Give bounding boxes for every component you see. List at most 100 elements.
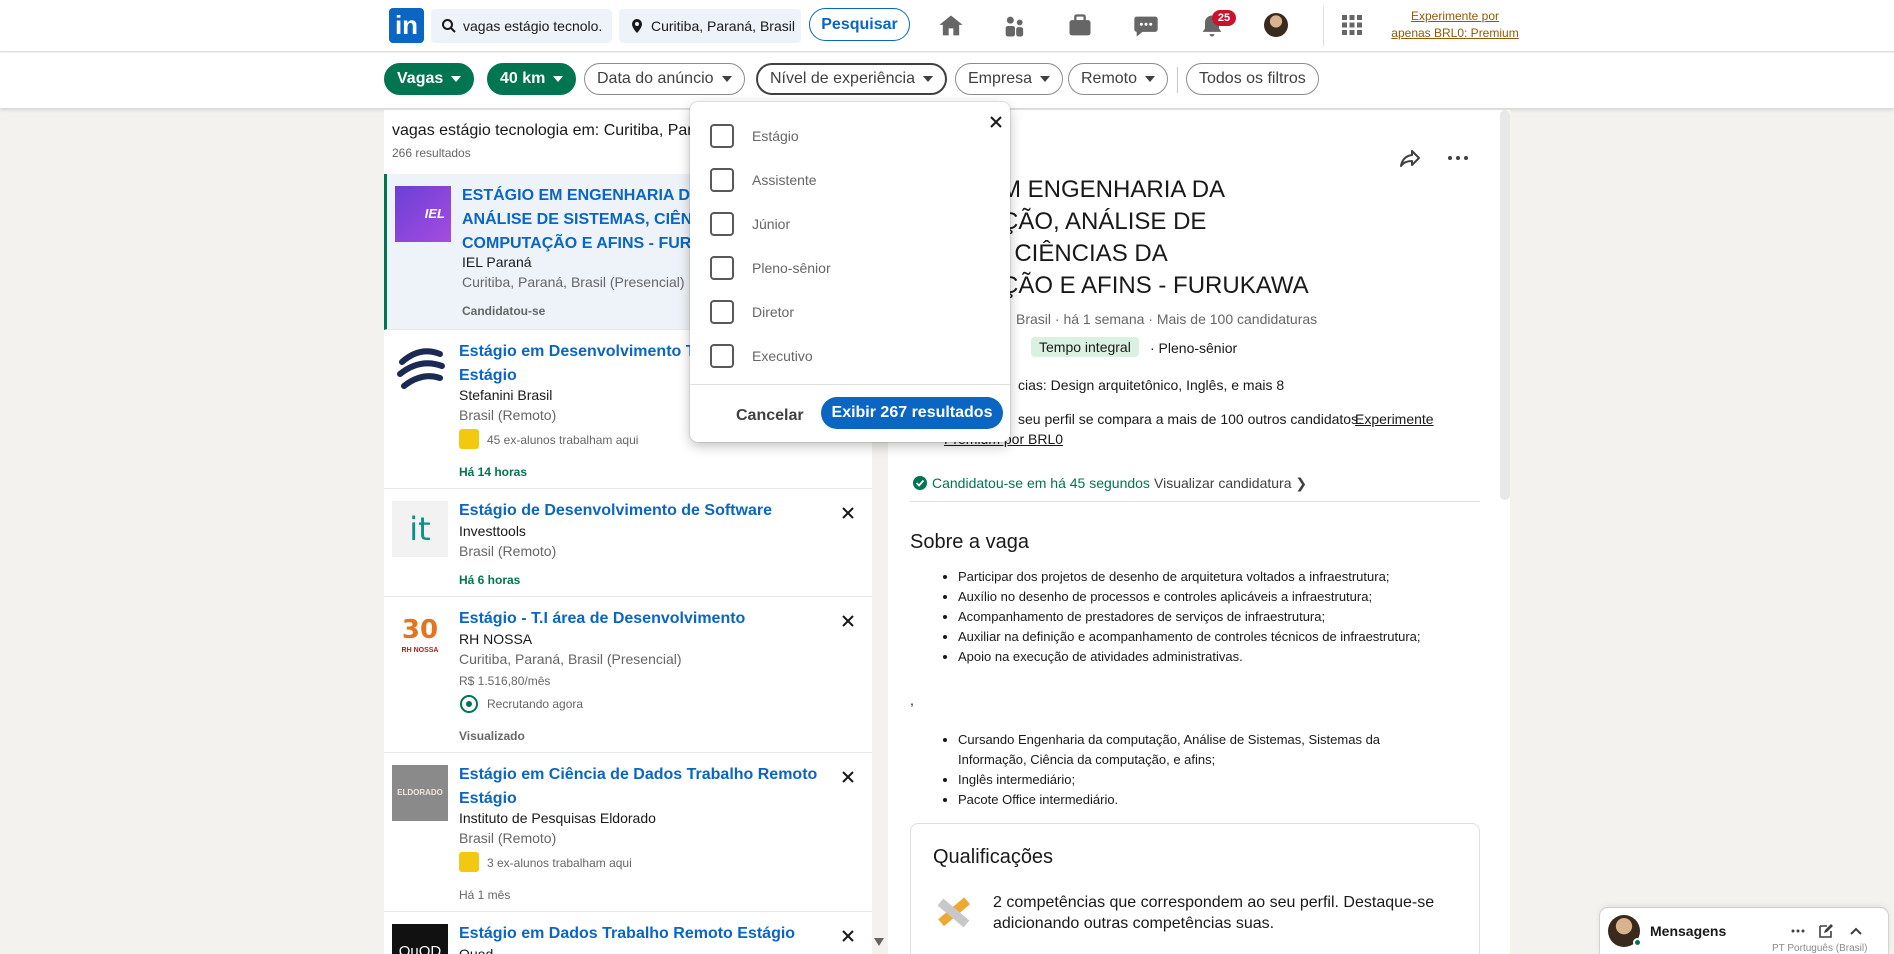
- location-text: Curitiba, Paraná, Brasil: [651, 18, 795, 34]
- checkbox[interactable]: [710, 168, 734, 192]
- jobs-briefcase-icon[interactable]: [1066, 12, 1094, 40]
- compose-icon[interactable]: [1818, 923, 1834, 939]
- company-logo: QuOD: [392, 924, 448, 954]
- notifications-badge: 25: [1212, 10, 1236, 26]
- dismiss-close-icon[interactable]: [840, 769, 856, 785]
- company-logo: 30 RH NOSSA: [392, 609, 448, 665]
- checkbox[interactable]: [710, 124, 734, 148]
- filter-vagas[interactable]: Vagas: [384, 63, 475, 95]
- location-pin-icon: [632, 19, 642, 33]
- chevron-right-icon: ❯: [1295, 475, 1308, 491]
- dismiss-close-icon[interactable]: [840, 613, 856, 629]
- experience-level-dropdown: Estágio Assistente Júnior Pleno-sênior D…: [690, 102, 1010, 442]
- option-label: Júnior: [752, 216, 791, 232]
- messaging-icon[interactable]: [1132, 12, 1160, 40]
- job-location: Curitiba, Paraná, Brasil (Presencial): [462, 274, 685, 290]
- job-title[interactable]: Estágio em Dados Trabalho Remoto Estágio: [459, 922, 839, 946]
- job-card[interactable]: 30 RH NOSSA Estágio - T.I área de Desenv…: [384, 597, 872, 753]
- qualifications-heading: Qualificações: [933, 846, 1054, 868]
- filter-company[interactable]: Empresa: [955, 63, 1064, 95]
- location-input[interactable]: Curitiba, Paraná, Brasil: [619, 9, 801, 43]
- job-title[interactable]: Estágio de Desenvolvimento de Software: [459, 499, 839, 523]
- bullet-item: Participar dos projetos de desenho de ar…: [958, 567, 1478, 587]
- view-application-link[interactable]: Visualizar candidatura ❯: [1154, 475, 1307, 492]
- apps-grid-icon[interactable]: [1340, 13, 1364, 37]
- job-company: IEL Paraná: [462, 254, 532, 270]
- search-icon: [442, 19, 456, 33]
- more-options-icon[interactable]: [1790, 923, 1806, 939]
- premium-link[interactable]: Experimente por apenas BRL0: Premium: [1390, 8, 1520, 42]
- checkbox[interactable]: [710, 256, 734, 280]
- dropdown-close-icon[interactable]: [988, 114, 1004, 130]
- checkbox[interactable]: [710, 344, 734, 368]
- top-navigation: in vagas estágio tecnolo... Curitiba, Pa…: [0, 0, 1894, 52]
- bullet-item: Auxiliar na definição e acompanhamento d…: [958, 627, 1478, 647]
- cancel-button[interactable]: Cancelar: [736, 400, 804, 432]
- linkedin-logo[interactable]: in: [389, 8, 424, 43]
- job-card[interactable]: it Estágio de Desenvolvimento de Softwar…: [384, 489, 872, 597]
- bullet-item: Auxílio no desenho de processos e contro…: [958, 587, 1478, 607]
- divider: [910, 501, 1480, 502]
- filter-all[interactable]: Todos os filtros: [1186, 63, 1319, 95]
- job-title[interactable]: Estágio - T.I área de Desenvolvimento: [459, 607, 839, 631]
- network-icon[interactable]: [1001, 12, 1029, 40]
- more-options-icon[interactable]: [1446, 146, 1470, 170]
- bullet-item: Pacote Office intermediário.: [958, 790, 1418, 810]
- language-footer: PT Português (Brasil): [1772, 943, 1868, 954]
- dismiss-close-icon[interactable]: [840, 505, 856, 521]
- title-line: AÇÃO E AFINS - FURUKAWA: [985, 272, 1309, 299]
- company-logo: [397, 348, 445, 389]
- job-company: Instituto de Pesquisas Eldorado: [459, 810, 656, 826]
- filter-remote-label: Remoto: [1081, 70, 1138, 87]
- chevron-down-icon: [1145, 75, 1156, 82]
- job-recruiting: Recrutando agora: [487, 697, 584, 711]
- school-crest-icon: [459, 852, 479, 872]
- divider: [690, 384, 1010, 385]
- filter-distance-label: 40 km: [500, 70, 546, 87]
- profile-avatar[interactable]: [1264, 13, 1288, 37]
- job-salary: R$ 1.516,80/mês: [459, 674, 551, 688]
- job-skills: cias: Design arquitetônico, Inglês, e ma…: [1018, 377, 1285, 393]
- checkbox[interactable]: [710, 212, 734, 236]
- search-input[interactable]: vagas estágio tecnolo...: [431, 9, 612, 43]
- applied-status: Candidatou-se em há 45 segundos: [932, 475, 1150, 491]
- job-footer: Há 14 horas: [459, 465, 528, 479]
- scroll-down-arrow-icon[interactable]: [874, 938, 884, 946]
- chevron-down-icon: [721, 75, 732, 82]
- checkbox[interactable]: [710, 300, 734, 324]
- home-icon[interactable]: [937, 12, 965, 40]
- job-company: Investtools: [459, 523, 526, 539]
- filter-distance[interactable]: 40 km: [487, 63, 577, 95]
- chevron-up-icon[interactable]: [1848, 923, 1864, 939]
- show-results-button[interactable]: Exibir 267 resultados: [821, 397, 1003, 429]
- dismiss-close-icon[interactable]: [840, 928, 856, 944]
- online-status-dot: [1633, 938, 1642, 947]
- job-company: Quod: [459, 946, 494, 954]
- share-icon[interactable]: [1398, 146, 1422, 170]
- search-button[interactable]: Pesquisar: [809, 8, 910, 41]
- job-title[interactable]: Estágio em Ciência de Dados Trabalho Rem…: [459, 763, 839, 811]
- messaging-bar[interactable]: Mensagens PT Português (Brasil): [1600, 908, 1888, 954]
- stray-comma: ,: [910, 692, 914, 708]
- title-line: AÇÃO, ANÁLISE DE: [985, 208, 1207, 235]
- recruiting-target-icon: [460, 695, 478, 713]
- job-card[interactable]: QuOD Estágio em Dados Trabalho Remoto Es…: [384, 912, 872, 954]
- filter-date[interactable]: Data do anúncio: [584, 63, 745, 95]
- bullet-item: Apoio na execução de atividades administ…: [958, 647, 1478, 667]
- job-detail-meta: Brasil · há 1 semana · Mais de 100 candi…: [1016, 311, 1318, 327]
- filter-bar: Vagas 40 km Data do anúncio Nível de exp…: [0, 53, 1894, 108]
- chevron-down-icon: [1040, 75, 1051, 82]
- school-crest-icon: [459, 429, 479, 449]
- compare-premium-link[interactable]: Experimente: [1355, 411, 1434, 427]
- chevron-down-icon: [451, 75, 462, 82]
- job-footer: Há 6 horas: [459, 573, 521, 587]
- results-count: 266 resultados: [392, 146, 471, 160]
- company-logo: it: [392, 501, 448, 557]
- filter-experience[interactable]: Nível de experiência: [756, 63, 947, 95]
- detail-scrollbar[interactable]: [1500, 110, 1510, 500]
- filter-remote[interactable]: Remoto: [1068, 63, 1169, 95]
- job-card[interactable]: ELDORADO Estágio em Ciência de Dados Tra…: [384, 753, 872, 912]
- job-footer: Candidatou-se: [462, 304, 546, 318]
- title-line: EM ENGENHARIA DA: [985, 176, 1226, 203]
- job-detail-title: EM ENGENHARIA DA AÇÃO, ANÁLISE DE S, CIÊ…: [985, 174, 1505, 302]
